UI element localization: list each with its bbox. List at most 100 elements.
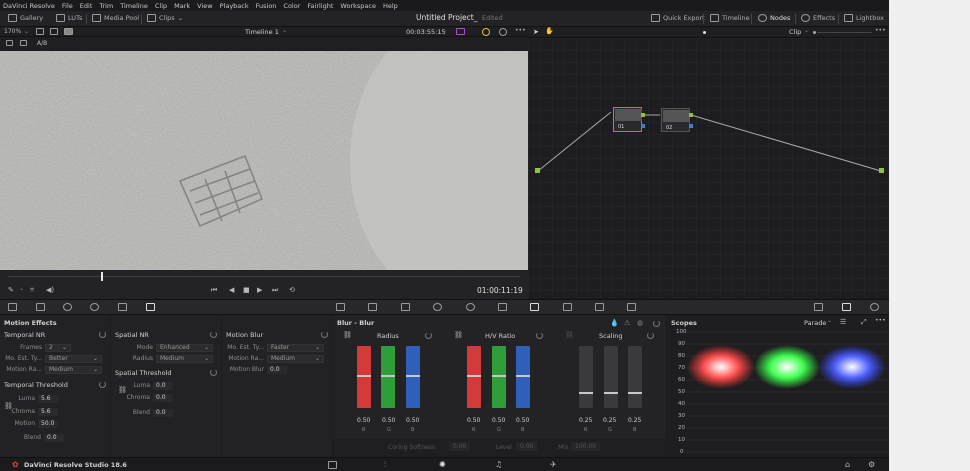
mo-est-select[interactable]: Better ⌄: [45, 354, 102, 363]
timeline-selector[interactable]: Timeline 1: [245, 28, 279, 36]
chevron-down-icon[interactable]: ⌄: [19, 285, 24, 292]
mo-est-select[interactable]: Faster ⌄: [267, 343, 324, 352]
scaling-red-slider[interactable]: [579, 346, 593, 408]
node-output[interactable]: [641, 113, 645, 117]
menu-app[interactable]: DaVinci Resolve: [3, 2, 55, 10]
node-mode-select[interactable]: Clip: [789, 28, 801, 36]
slider-handle[interactable]: [516, 375, 530, 377]
radius-blue-slider[interactable]: [406, 346, 420, 408]
node-graph[interactable]: 01 02: [528, 38, 889, 298]
gear-icon[interactable]: ⚙: [868, 460, 875, 469]
reset-icon[interactable]: [425, 332, 432, 339]
stop-icon[interactable]: ■: [243, 286, 250, 294]
hdr-icon[interactable]: [90, 303, 99, 311]
menu-mark[interactable]: Mark: [174, 2, 190, 10]
settings-icon[interactable]: ☰: [840, 318, 846, 326]
more-options-icon[interactable]: •••: [875, 27, 886, 34]
hv-r-value[interactable]: 0.50: [467, 417, 480, 424]
motion-value[interactable]: 50.0: [38, 419, 58, 428]
blend-value[interactable]: 0.0: [44, 433, 64, 442]
mix-value[interactable]: 100.00: [571, 442, 600, 451]
play-icon[interactable]: ▶: [257, 286, 262, 294]
chroma-value[interactable]: 0.0: [153, 393, 173, 402]
wipe-icon[interactable]: [64, 28, 73, 35]
zoom-select[interactable]: 170%: [4, 28, 21, 35]
menu-help[interactable]: Help: [383, 2, 398, 10]
rgb-mixer-icon[interactable]: [118, 303, 127, 311]
info-icon[interactable]: [870, 303, 879, 311]
media-page-icon[interactable]: [328, 461, 337, 469]
menu-color[interactable]: Color: [283, 2, 300, 10]
scaling-b-value[interactable]: 0.25: [628, 417, 641, 424]
3d-icon[interactable]: [627, 303, 636, 311]
radius-select[interactable]: Medium ⌄: [156, 354, 213, 363]
luts-button[interactable]: LUTs: [56, 14, 82, 22]
chevron-down-icon[interactable]: ⌄: [24, 28, 29, 35]
quick-export-button[interactable]: Quick Export: [651, 14, 705, 22]
warning-icon[interactable]: ⚠: [624, 319, 630, 327]
first-frame-icon[interactable]: ⏮: [211, 286, 217, 295]
luma-value[interactable]: 0.0: [153, 381, 173, 390]
chroma-value[interactable]: 5.6: [38, 407, 58, 416]
slider-handle[interactable]: [628, 392, 642, 394]
slider-handle[interactable]: [492, 375, 506, 377]
blur-icon[interactable]: [530, 303, 539, 311]
blend-value[interactable]: 0.0: [153, 408, 173, 417]
sizing-icon[interactable]: [595, 303, 604, 311]
slider-handle[interactable]: [467, 375, 481, 377]
menu-workspace[interactable]: Workspace: [340, 2, 376, 10]
ab-toggle[interactable]: A/B: [37, 40, 47, 47]
reset-icon[interactable]: [210, 331, 217, 338]
gallery-still-icon[interactable]: [20, 40, 27, 46]
motion-effects-icon[interactable]: [146, 303, 155, 311]
last-frame-icon[interactable]: ⏭: [272, 286, 278, 295]
slider-handle[interactable]: [381, 375, 395, 377]
color-wheels-icon[interactable]: [63, 303, 72, 311]
link-icon[interactable]: ⛓: [343, 331, 352, 339]
clips-button[interactable]: Clips ⌄: [147, 14, 183, 22]
menu-fairlight[interactable]: Fairlight: [307, 2, 333, 10]
radius-red-slider[interactable]: [357, 346, 371, 408]
level-value[interactable]: 0.00: [516, 442, 538, 451]
menu-clip[interactable]: Clip: [155, 2, 167, 10]
reset-icon[interactable]: [99, 381, 106, 388]
home-icon[interactable]: ⌂: [845, 460, 850, 469]
hv-green-slider[interactable]: [492, 346, 506, 408]
nodes-button[interactable]: Nodes: [758, 14, 790, 22]
playhead[interactable]: [101, 272, 103, 281]
scaling-green-slider[interactable]: [604, 346, 618, 408]
gallery-button[interactable]: Gallery: [8, 14, 43, 22]
more-options-icon[interactable]: •••: [515, 27, 526, 34]
reset-icon[interactable]: [536, 332, 543, 339]
highlight-icon[interactable]: [456, 28, 465, 35]
reset-icon[interactable]: [321, 331, 328, 338]
effects-button[interactable]: Effects: [801, 14, 835, 22]
chevron-down-icon[interactable]: ⌄: [827, 317, 832, 324]
coring-softness-value[interactable]: 0.00: [449, 442, 471, 451]
reset-icon[interactable]: [647, 332, 654, 339]
media-pool-button[interactable]: Media Pool: [92, 14, 139, 22]
scopes-icon[interactable]: [842, 303, 851, 311]
node-zoom-handle[interactable]: [703, 31, 706, 34]
reset-icon[interactable]: [653, 320, 660, 327]
loop-play-icon[interactable]: ⟲: [289, 286, 295, 294]
video-viewer[interactable]: [0, 51, 528, 270]
node-output[interactable]: [689, 113, 693, 117]
edit-page-icon[interactable]: ⫶: [384, 460, 386, 470]
deliver-page-icon[interactable]: ✈: [550, 460, 557, 469]
motion-range-select[interactable]: Medium ⌄: [267, 354, 324, 363]
radius-g-value[interactable]: 0.50: [382, 417, 395, 424]
menu-timeline[interactable]: Timeline: [120, 2, 148, 10]
volume-icon[interactable]: ◀): [46, 286, 54, 294]
color-warper-icon[interactable]: [368, 303, 377, 311]
tracker-icon[interactable]: [466, 303, 475, 311]
color-page-icon[interactable]: ✺: [439, 460, 446, 469]
motion-blur-value[interactable]: 0.0: [267, 365, 287, 374]
camera-raw-icon[interactable]: [8, 303, 17, 311]
mode-select[interactable]: Enhanced ⌄: [156, 343, 213, 352]
slider-handle[interactable]: [357, 375, 371, 377]
luma-value[interactable]: 5.6: [38, 394, 58, 403]
expand-icon[interactable]: ⤢: [861, 318, 867, 327]
split-screen-icon[interactable]: [50, 28, 58, 35]
node-alpha-output[interactable]: [641, 124, 645, 128]
